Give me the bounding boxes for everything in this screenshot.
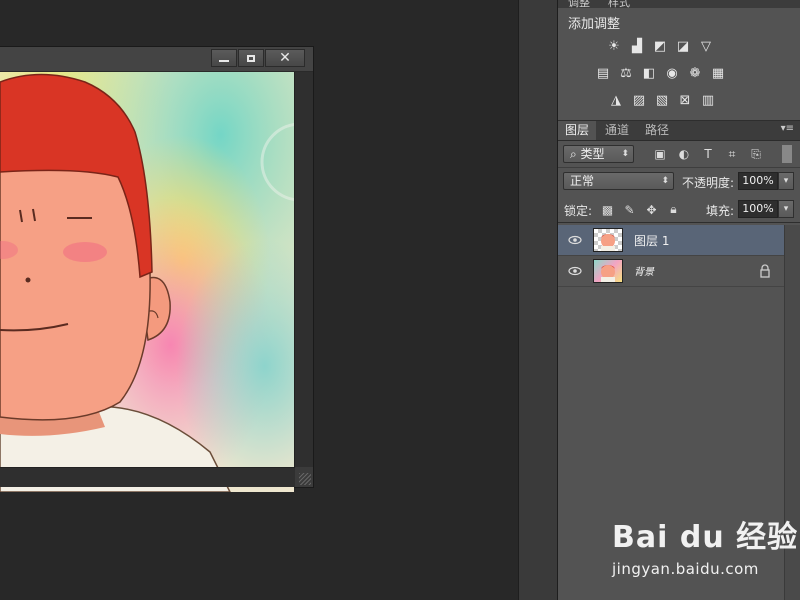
maximize-button[interactable]	[238, 49, 264, 67]
eye-icon[interactable]	[568, 264, 582, 278]
lock-icon	[760, 264, 770, 278]
filter-smart-object-icon[interactable]: ⎘	[748, 146, 764, 162]
lock-label: 锁定:	[564, 204, 593, 218]
resize-grip-icon[interactable]	[299, 473, 311, 485]
horizontal-scrollbar[interactable]	[0, 467, 295, 487]
cartoon-illustration	[0, 72, 294, 493]
posterize-icon[interactable]: ▨	[629, 92, 649, 109]
lock-transparent-icon[interactable]: ▩	[600, 202, 615, 217]
minimize-button[interactable]	[211, 49, 237, 67]
tab-channels[interactable]: 通道	[598, 121, 636, 140]
lock-row: 锁定: ▩ ✎ ✥ 🔒︎ 填充: 100% ▾	[558, 198, 800, 223]
balance-icon[interactable]: ⚖	[616, 65, 636, 82]
panel-menu-icon[interactable]: ▾≡	[781, 123, 794, 134]
baidu-watermark: Bai du 经验 jingyan.baidu.com	[612, 512, 798, 578]
layer-row-layer-1[interactable]: 图层 1	[558, 225, 785, 256]
tab-paths[interactable]: 路径	[638, 121, 676, 140]
blend-mode-select[interactable]: 正常 ⬍	[563, 172, 674, 190]
curves-icon[interactable]: ◩	[650, 38, 670, 55]
channel-mixer-icon[interactable]: ❁	[685, 65, 705, 82]
invert-icon[interactable]: ◮	[606, 92, 626, 109]
layer-name[interactable]: 背景	[634, 263, 654, 278]
adjustments-title: 添加调整	[568, 17, 621, 32]
layers-tabs: 图层 通道 路径 ▾≡	[558, 121, 800, 141]
filter-text-icon[interactable]: T	[700, 146, 716, 162]
document-image[interactable]	[0, 72, 294, 514]
gradient-map-icon[interactable]: ▥	[698, 92, 718, 109]
lock-all-icon[interactable]: 🔒︎	[666, 202, 681, 217]
watermark-brand: Bai du 经验	[612, 520, 799, 555]
vertical-scrollbar[interactable]	[294, 72, 313, 467]
blend-mode-value: 正常	[570, 174, 595, 188]
lock-brush-icon[interactable]: ✎	[622, 202, 637, 217]
layer-name[interactable]: 图层 1	[634, 232, 669, 249]
close-button[interactable]: ✕	[265, 49, 305, 67]
lookup-icon[interactable]: ▦	[708, 65, 728, 82]
filter-adjustment-icon[interactable]: ◐	[676, 146, 692, 162]
right-panel: 调整 样式 添加调整 ☀ ▟ ◩ ◪ ▽ ▤ ⚖ ◧ ◉ ❁ ▦ ◮ ▨ ▧ ⊠…	[558, 0, 800, 600]
close-icon: ✕	[279, 50, 291, 66]
opacity-label: 不透明度:	[682, 176, 735, 190]
filter-type-label: 类型	[580, 147, 605, 161]
filter-shape-icon[interactable]: ⌗	[724, 146, 740, 162]
tab-layers[interactable]: 图层	[558, 121, 597, 140]
document-window[interactable]: ✕	[0, 46, 314, 493]
threshold-icon[interactable]: ▧	[652, 92, 672, 109]
search-icon: ⌕	[570, 147, 581, 161]
adjustments-tabs: 调整 样式	[558, 0, 800, 8]
layer-thumbnail	[593, 228, 623, 252]
layer-thumbnail	[593, 259, 623, 283]
panel-dock-column	[518, 0, 558, 600]
opacity-input[interactable]: 100%	[738, 172, 778, 190]
tab-styles[interactable]: 样式	[602, 0, 636, 8]
photo-filter-icon[interactable]: ◉	[662, 65, 682, 82]
chevron-updown-icon: ⬍	[621, 149, 629, 159]
lock-move-icon[interactable]: ✥	[644, 202, 659, 217]
tab-adjustments[interactable]: 调整	[562, 0, 596, 8]
bw-icon[interactable]: ◧	[639, 65, 659, 82]
adjustments-panel: 添加调整 ☀ ▟ ◩ ◪ ▽ ▤ ⚖ ◧ ◉ ❁ ▦ ◮ ▨ ▧ ⊠ ▥	[558, 8, 800, 121]
opacity-dropdown-icon[interactable]: ▾	[778, 172, 794, 190]
filter-toggle-switch[interactable]	[782, 145, 792, 163]
filter-pixel-icon[interactable]: ▣	[652, 146, 668, 162]
eye-icon[interactable]	[568, 233, 582, 247]
minimize-icon	[219, 60, 229, 62]
document-titlebar[interactable]: ✕	[0, 47, 313, 72]
exposure-icon[interactable]: ◪	[673, 38, 693, 55]
blend-row: 正常 ⬍ 不透明度: 100% ▾	[558, 170, 800, 194]
maximize-icon	[247, 54, 255, 62]
fill-input[interactable]: 100%	[738, 200, 778, 218]
canvas-area: ✕	[0, 0, 518, 600]
gradient-triangle-icon[interactable]: ▽	[696, 38, 716, 55]
levels-icon[interactable]: ▟	[627, 38, 647, 55]
chevron-updown-icon: ⬍	[661, 176, 669, 186]
layer-filter-row: ⌕ 类型 ⬍ ▣ ◐ T ⌗ ⎘	[558, 143, 800, 168]
layer-filter-select[interactable]: ⌕ 类型 ⬍	[563, 145, 634, 163]
vibrance-icon[interactable]: ▤	[593, 65, 613, 82]
watermark-url: jingyan.baidu.com	[612, 560, 759, 578]
fill-dropdown-icon[interactable]: ▾	[778, 200, 794, 218]
layer-row-background[interactable]: 背景	[558, 256, 785, 287]
selective-color-icon[interactable]: ⊠	[675, 92, 695, 109]
brightness-icon[interactable]: ☀	[604, 38, 624, 55]
fill-label: 填充:	[706, 204, 735, 218]
